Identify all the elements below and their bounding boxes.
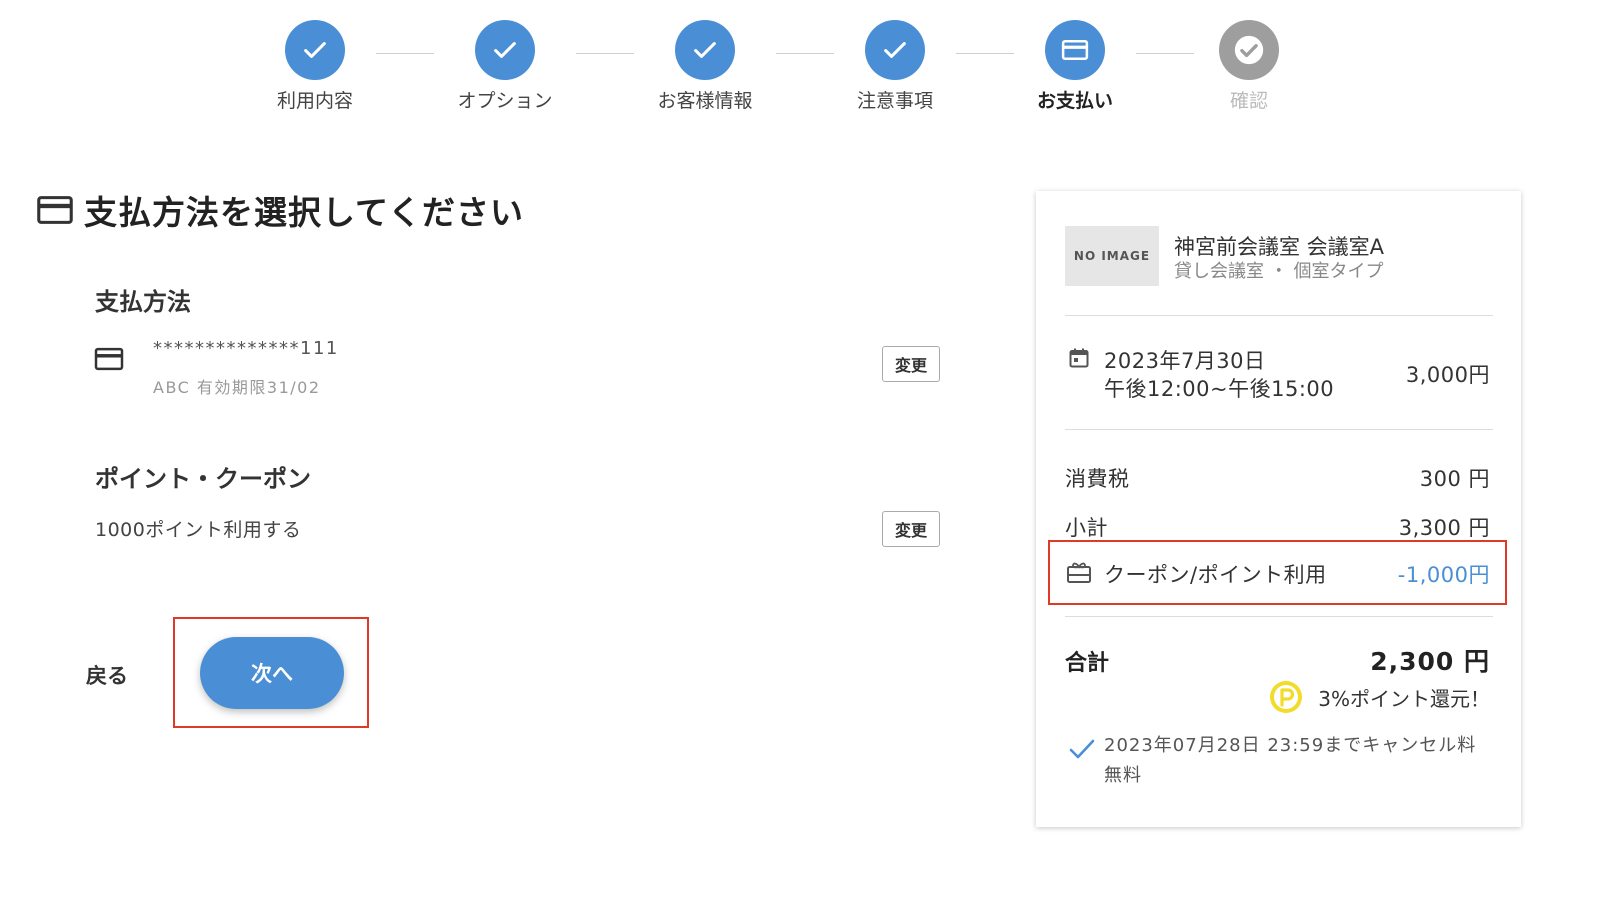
back-link[interactable]: 戻る xyxy=(86,660,128,690)
step-check-icon xyxy=(285,20,345,80)
step-credit-card-icon xyxy=(1045,20,1105,80)
credit-card-icon xyxy=(94,346,124,376)
step-label: お客様情報 xyxy=(657,90,753,112)
points-usage-text: 1000ポイント利用する xyxy=(95,519,302,541)
payment-method-heading: 支払方法 xyxy=(95,288,191,316)
booking-price: 3,000円 xyxy=(1405,363,1490,387)
step-connector xyxy=(956,53,1014,54)
card-number: **************111 xyxy=(153,338,339,359)
page-title-row: 支払方法を選択してください xyxy=(36,186,524,234)
venue-thumbnail: NO IMAGE xyxy=(1065,226,1159,286)
step-connector xyxy=(576,53,634,54)
tax-label: 消費税 xyxy=(1065,467,1130,491)
step-payment: お支払い xyxy=(1015,20,1135,113)
step-label: お支払い xyxy=(1036,90,1113,112)
step-options[interactable]: オプション xyxy=(445,20,565,113)
step-label: 利用内容 xyxy=(276,90,353,112)
step-notes[interactable]: 注意事項 xyxy=(835,20,955,113)
total-value: 2,300 円 xyxy=(1370,647,1490,676)
step-connector xyxy=(776,53,834,54)
subtotal-label: 小計 xyxy=(1065,516,1108,540)
tax-value: 300 円 xyxy=(1419,467,1490,491)
step-check-icon xyxy=(865,20,925,80)
step-connector xyxy=(1136,53,1194,54)
divider xyxy=(1065,616,1493,617)
change-points-button[interactable]: 変更 xyxy=(882,511,940,547)
point-reward-text: 3%ポイント還元！ xyxy=(1318,686,1490,711)
page-title: 支払方法を選択してください xyxy=(84,193,525,232)
step-connector xyxy=(376,53,434,54)
points-coupon-heading: ポイント・クーポン xyxy=(95,465,311,493)
step-check-icon xyxy=(475,20,535,80)
step-label: 確認 xyxy=(1229,90,1268,112)
booking-date: 2023年7月30日 xyxy=(1104,349,1266,373)
step-check-circle-icon xyxy=(1219,20,1279,80)
order-summary-card: NO IMAGE 神宮前会議室 会議室A 貸し会議室 ・ 個室タイプ 2023年… xyxy=(1036,191,1521,827)
cancellation-policy: 2023年07月28日 23:59までキャンセル料無料 xyxy=(1104,735,1477,786)
credit-card-icon xyxy=(36,193,74,227)
divider xyxy=(1065,315,1493,316)
step-usage[interactable]: 利用内容 xyxy=(255,20,375,113)
next-button-highlight xyxy=(173,617,369,728)
coupon-row-highlight xyxy=(1048,540,1507,605)
step-customer-info[interactable]: お客様情報 xyxy=(645,20,765,113)
venue-type: 貸し会議室 ・ 個室タイプ xyxy=(1174,261,1384,282)
booking-time: 午後12:00~午後15:00 xyxy=(1104,377,1335,401)
change-payment-button[interactable]: 変更 xyxy=(882,346,940,382)
subtotal-value: 3,300 円 xyxy=(1398,516,1490,540)
card-expiry: ABC 有効期限31/02 xyxy=(153,378,321,397)
step-confirm: 確認 xyxy=(1189,20,1309,113)
divider xyxy=(1065,429,1493,430)
calendar-icon xyxy=(1067,346,1091,374)
step-label: オプション xyxy=(457,90,553,112)
total-label: 合計 xyxy=(1065,651,1110,676)
point-reward-row: 3%ポイント還元！ xyxy=(1268,679,1490,715)
check-icon xyxy=(1068,737,1096,765)
step-check-icon xyxy=(675,20,735,80)
step-label: 注意事項 xyxy=(856,90,933,112)
point-icon xyxy=(1268,679,1304,715)
